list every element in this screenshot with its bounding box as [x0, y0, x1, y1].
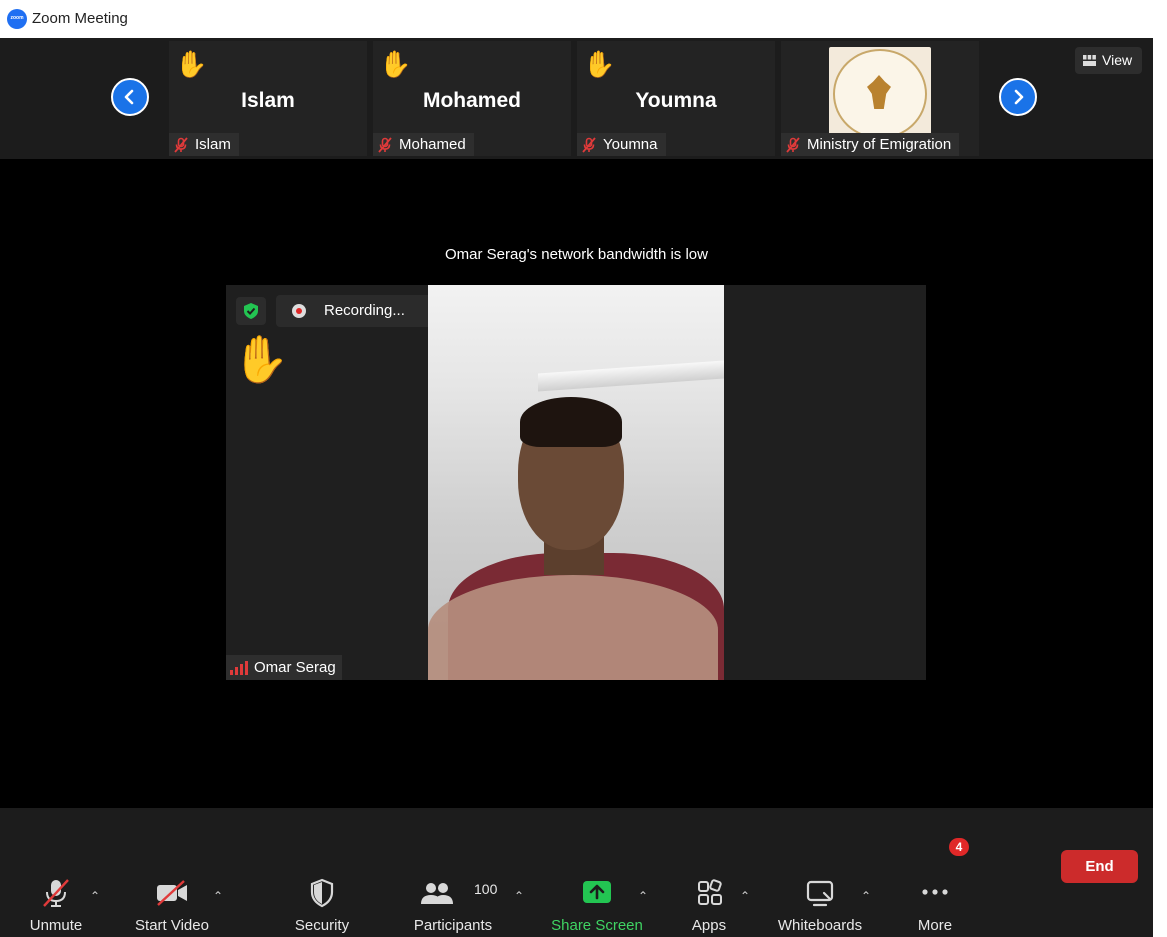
- participant-label: Ministry of Emigration: [781, 133, 960, 156]
- security-button[interactable]: Security: [286, 878, 358, 934]
- more-notification-badge: 4: [949, 838, 969, 856]
- whiteboards-options-caret-icon[interactable]: ⌃: [861, 890, 873, 902]
- bandwidth-notice: Omar Serag's network bandwidth is low: [445, 246, 708, 263]
- participants-options-caret-icon[interactable]: ⌃: [514, 890, 526, 902]
- speaker-name-tag: Omar Serag: [226, 655, 342, 680]
- participant-label-text: Mohamed: [399, 136, 466, 153]
- participant-label-text: Islam: [195, 136, 231, 153]
- participant-big-name: Islam: [241, 89, 295, 112]
- people-icon: [421, 883, 454, 904]
- apps-icon: [698, 879, 722, 905]
- apps-label: Apps: [691, 917, 727, 934]
- participant-tile-ministry[interactable]: Ministry of Emigration: [781, 41, 979, 156]
- participant-label: Youmna: [577, 133, 666, 156]
- window-edge: [1153, 38, 1167, 937]
- unmute-label: Unmute: [29, 917, 83, 934]
- mic-off-icon: [582, 136, 596, 153]
- zoom-logo-text: zoom: [10, 15, 24, 21]
- recording-label: Recording...: [324, 302, 405, 319]
- ministry-crest-logo: [829, 47, 931, 141]
- participant-label-text: Ministry of Emigration: [807, 136, 952, 153]
- participant-label-text: Youmna: [603, 136, 658, 153]
- more-label: More: [917, 917, 953, 934]
- video-person-arm: [428, 575, 718, 680]
- participant-video-feed[interactable]: [428, 285, 724, 680]
- mic-off-icon: [174, 136, 188, 153]
- meeting-window: ✋ Islam Islam ✋ Mohamed Mohamed ✋ Youmna…: [0, 38, 1153, 937]
- participant-big-name: Youmna: [635, 89, 717, 112]
- whiteboard-icon: [806, 880, 834, 907]
- encryption-indicator[interactable]: [236, 297, 266, 325]
- zoom-logo-icon: zoom: [7, 9, 27, 29]
- share-arrow-icon: [583, 881, 611, 903]
- video-person-hair: [520, 397, 622, 447]
- participants-label: Participants: [413, 917, 493, 934]
- participants-count: 100: [474, 881, 498, 897]
- speaker-name: Omar Serag: [254, 659, 336, 676]
- gallery-strip: ✋ Islam Islam ✋ Mohamed Mohamed ✋ Youmna…: [0, 38, 1153, 159]
- start-video-button[interactable]: Start Video: [128, 878, 216, 934]
- next-page-button[interactable]: [999, 78, 1037, 116]
- participant-label: Mohamed: [373, 133, 474, 156]
- title-bar: zoom Zoom Meeting: [0, 0, 1167, 39]
- video-off-icon: [157, 880, 187, 906]
- raised-hand-icon: ✋: [379, 49, 412, 79]
- raised-hand-icon: ✋: [583, 49, 616, 79]
- unmute-button[interactable]: Unmute: [20, 878, 92, 934]
- participant-tile-youmna[interactable]: ✋ Youmna Youmna: [577, 41, 775, 156]
- participant-tile-islam[interactable]: ✋ Islam Islam: [169, 41, 367, 156]
- recording-dot-icon: [292, 304, 306, 318]
- recording-indicator: Recording...: [276, 295, 428, 327]
- mic-off-icon: [786, 136, 800, 153]
- security-label: Security: [294, 917, 350, 934]
- whiteboards-button[interactable]: Whiteboards: [773, 878, 867, 934]
- participant-tile-mohamed[interactable]: ✋ Mohamed Mohamed: [373, 41, 571, 156]
- participant-label: Islam: [169, 133, 239, 156]
- active-speaker-stage: Recording... ✋ Omar Serag: [226, 285, 926, 680]
- ellipsis-icon: [922, 889, 948, 895]
- apps-button[interactable]: Apps: [679, 878, 739, 934]
- mic-off-icon: [378, 136, 392, 153]
- apps-options-caret-icon[interactable]: ⌃: [740, 890, 752, 902]
- more-button[interactable]: More: [907, 878, 963, 934]
- end-meeting-button[interactable]: End: [1061, 850, 1138, 883]
- view-button[interactable]: View: [1075, 47, 1142, 74]
- whiteboards-label: Whiteboards: [777, 917, 863, 934]
- shield-check-icon: [244, 303, 258, 319]
- share-screen-label: Share Screen: [551, 917, 643, 934]
- share-options-caret-icon[interactable]: ⌃: [638, 890, 650, 902]
- video-options-caret-icon[interactable]: ⌃: [213, 890, 225, 902]
- mic-off-icon: [43, 879, 69, 907]
- raised-hand-icon: ✋: [175, 49, 208, 79]
- window-title: Zoom Meeting: [32, 10, 128, 27]
- prev-page-button[interactable]: [111, 78, 149, 116]
- raised-hand-icon: ✋: [232, 333, 290, 385]
- grid-view-icon: [1083, 55, 1096, 66]
- audio-options-caret-icon[interactable]: ⌃: [90, 890, 102, 902]
- signal-strength-icon: [230, 660, 248, 675]
- participant-big-name: Mohamed: [422, 89, 521, 112]
- chevron-right-icon: [1014, 89, 1024, 105]
- meeting-toolbar: Unmute ⌃ Start Video ⌃ Security Particip…: [0, 808, 1153, 937]
- chevron-left-icon: [124, 89, 134, 105]
- view-label: View: [1102, 52, 1133, 68]
- start-video-label: Start Video: [135, 917, 209, 934]
- shield-icon: [310, 878, 334, 908]
- share-screen-button[interactable]: Share Screen: [547, 878, 647, 934]
